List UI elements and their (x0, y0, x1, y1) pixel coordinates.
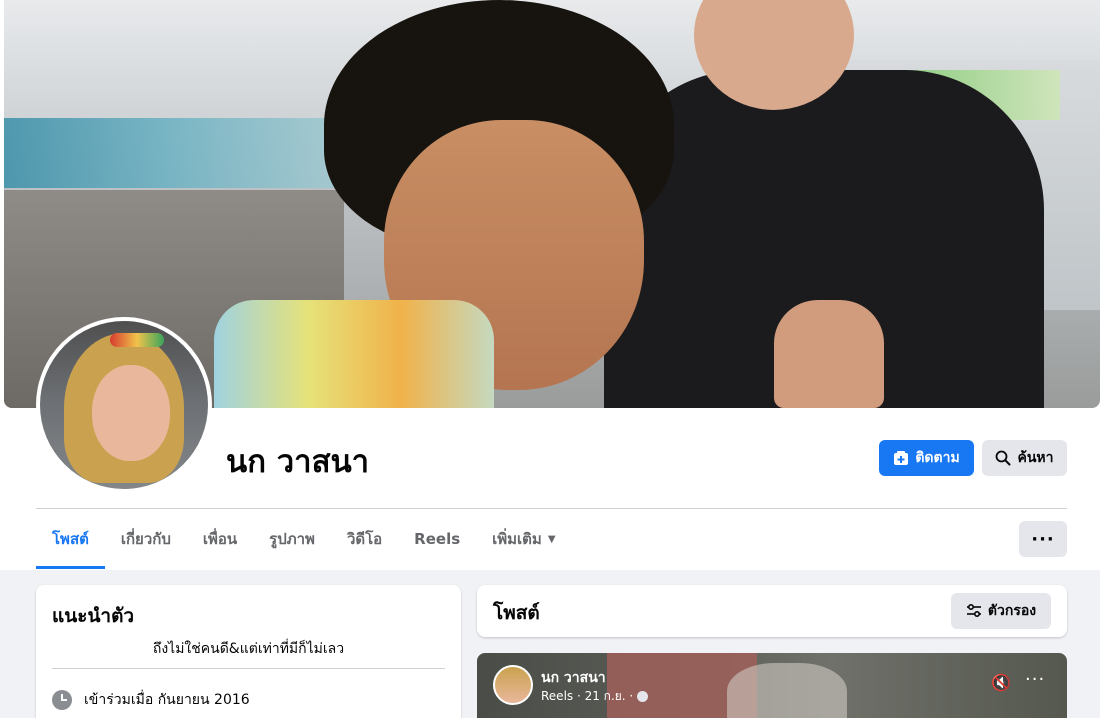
tab-videos[interactable]: วิดีโอ (331, 509, 398, 569)
globe-icon (637, 691, 649, 702)
tab-reels[interactable]: Reels (398, 509, 476, 569)
follow-icon (894, 451, 909, 465)
reel-post[interactable]: นก วาสนา Reels · 21 ก.ย. · 🔇 ··· (477, 653, 1067, 718)
post-more-button[interactable]: ··· (1025, 669, 1045, 690)
posts-title: โพสต์ (493, 602, 540, 624)
intro-divider (52, 668, 445, 669)
joined-row: เข้าร่วมเมื่อ กันยายน 2016 (52, 689, 250, 711)
intro-bio: ถึงไม่ใช่คนดี&แต่เท่าที่มีก็ไม่เลว (152, 641, 345, 657)
post-meta-text: Reels · 21 ก.ย. · (541, 689, 634, 703)
post-author-name[interactable]: นก วาสนา (541, 667, 606, 689)
search-icon (996, 450, 1011, 466)
filter-button[interactable]: ตัวกรอง (951, 593, 1051, 629)
search-label: ค้นหา (1017, 450, 1054, 466)
tab-more[interactable]: เพิ่มเติม ▼ (476, 509, 571, 569)
profile-more-button[interactable]: ··· (1019, 521, 1067, 557)
search-button[interactable]: ค้นหา (982, 440, 1067, 476)
post-author-avatar[interactable] (493, 665, 533, 705)
tab-photos[interactable]: รูปภาพ (253, 509, 331, 569)
profile-tabs: โพสต์ เกี่ยวกับ เพื่อน รูปภาพ วิดีโอ Ree… (36, 509, 572, 569)
caret-down-icon: ▼ (547, 533, 556, 545)
tab-friends[interactable]: เพื่อน (187, 509, 253, 569)
post-meta: Reels · 21 ก.ย. · (541, 687, 649, 706)
clock-icon (52, 690, 72, 710)
mute-icon[interactable]: 🔇 (991, 673, 1011, 692)
profile-header: นก วาสนา ติดตาม ค้นหา โพสต์ เกี่ยวกับ เพ… (0, 0, 1100, 570)
profile-name: นก วาสนา (226, 444, 370, 480)
tab-posts[interactable]: โพสต์ (36, 509, 105, 569)
filter-label: ตัวกรอง (987, 603, 1037, 619)
intro-card: แนะนำตัว ถึงไม่ใช่คนดี&แต่เท่าที่มีก็ไม่… (36, 585, 461, 718)
more-icon: ··· (1031, 528, 1055, 550)
follow-label: ติดตาม (915, 450, 960, 466)
profile-avatar[interactable] (40, 321, 208, 489)
follow-button[interactable]: ติดตาม (879, 440, 974, 476)
intro-title: แนะนำตัว (52, 605, 135, 627)
tab-about[interactable]: เกี่ยวกับ (105, 509, 187, 569)
filter-icon (966, 604, 981, 618)
joined-text: เข้าร่วมเมื่อ กันยายน 2016 (84, 692, 250, 708)
